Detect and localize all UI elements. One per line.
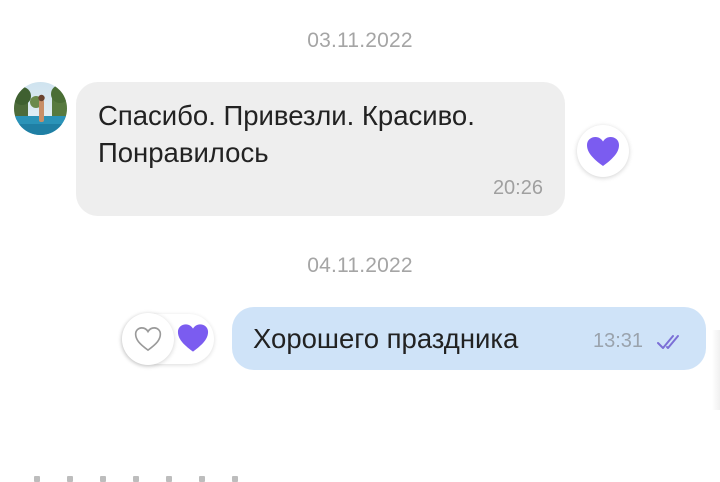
outgoing-message-bubble[interactable]: Хорошего праздника 13:31 bbox=[232, 307, 706, 370]
date-separator: 03.11.2022 bbox=[307, 29, 413, 52]
purple-heart-icon bbox=[177, 324, 209, 352]
sender-avatar[interactable] bbox=[14, 82, 67, 135]
incoming-message-time: 20:26 bbox=[492, 177, 543, 199]
incoming-message-text: Спасибо. Привезли. Красиво. Понравилось bbox=[98, 100, 475, 168]
cropped-text-fragment bbox=[34, 466, 274, 482]
incoming-reaction-button[interactable] bbox=[577, 125, 629, 177]
double-check-icon bbox=[657, 335, 679, 349]
outgoing-message-text: Хорошего праздника bbox=[253, 323, 519, 354]
purple-heart-icon bbox=[587, 136, 619, 166]
date-separator: 04.11.2022 bbox=[307, 254, 413, 277]
add-reaction-button[interactable] bbox=[122, 313, 174, 365]
incoming-message-bubble[interactable]: Спасибо. Привезли. Красиво. Понравилось … bbox=[76, 82, 565, 216]
heart-outline-icon bbox=[134, 327, 162, 352]
edge-shadow bbox=[712, 330, 720, 410]
avatar-photo bbox=[14, 82, 67, 135]
outgoing-message-time: 13:31 bbox=[593, 330, 644, 352]
